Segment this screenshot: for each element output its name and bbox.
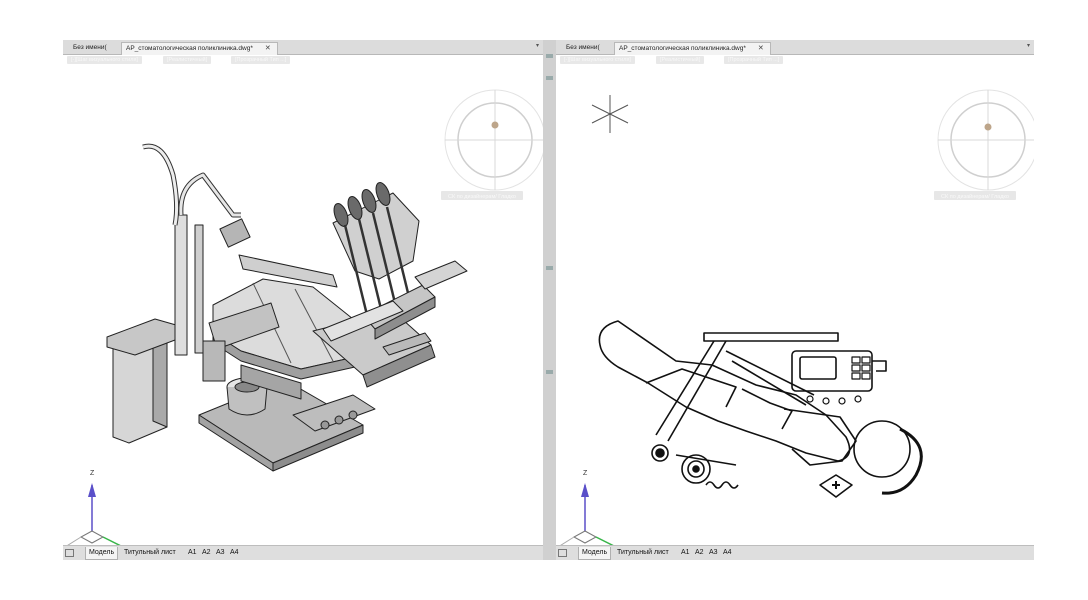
- layout-tab-a1[interactable]: А1: [678, 547, 693, 559]
- viewport-control-style[interactable]: [Реалистичный]: [163, 56, 212, 64]
- layout-tab-a2[interactable]: А2: [692, 547, 707, 559]
- left-tab-active-file[interactable]: АР_стоматологическая поликлиника.dwg* ✕: [121, 42, 278, 55]
- viewcube[interactable]: СК по дизайнерам/ Гладко: [934, 89, 1034, 200]
- axis-label-z: Z: [90, 470, 95, 477]
- layout-tab-a2[interactable]: А2: [199, 547, 214, 559]
- layout-tab-a3[interactable]: А3: [213, 547, 228, 559]
- viewport-control-step[interactable]: [-][Шаг визуального стиля]: [67, 56, 142, 64]
- viewport-control-step[interactable]: [-][Шаг визуального стиля]: [560, 56, 635, 64]
- layout-list-icon[interactable]: [558, 549, 567, 557]
- chevron-down-icon[interactable]: ▾: [536, 42, 539, 49]
- left-tab-untitled[interactable]: Без имени(: [69, 42, 111, 54]
- close-icon[interactable]: ✕: [758, 45, 764, 52]
- close-icon[interactable]: ✕: [265, 45, 271, 52]
- layout-tab-a4[interactable]: А4: [227, 547, 242, 559]
- chevron-down-icon[interactable]: ▾: [1027, 42, 1030, 49]
- viewcube-indicator-icon: [491, 121, 499, 129]
- layout-tab-title-sheet[interactable]: Титульный лист: [121, 547, 179, 559]
- viewcube-ucs-label[interactable]: СК по дизайнерам/ Гладко: [448, 193, 516, 200]
- right-tab-untitled[interactable]: Без имени(: [562, 42, 604, 54]
- layout-tab-a4[interactable]: А4: [720, 547, 735, 559]
- viewport-control-type[interactable]: [Прозрачный Тип ...]: [231, 56, 291, 64]
- right-viewport-controls: [-][Шаг визуального стиля] [Реалистичный…: [556, 55, 1034, 65]
- light-star-icon: [591, 95, 629, 133]
- right-viewport-2d[interactable]: СК по дизайнерам/ Гладко Z: [556, 65, 1034, 545]
- layout-list-icon[interactable]: [65, 549, 74, 557]
- dental-chair-3d-model: [106, 143, 468, 472]
- window-splitter[interactable]: [543, 40, 556, 560]
- axis-label-z: Z: [583, 470, 588, 477]
- left-tab-active-label: АР_стоматологическая поликлиника.dwg*: [126, 45, 253, 52]
- left-viewport-controls: [-][Шаг визуального стиля] [Реалистичный…: [63, 55, 543, 65]
- viewcube-indicator-icon: [984, 123, 992, 131]
- viewport-control-style[interactable]: [Реалистичный]: [656, 56, 705, 64]
- right-tab-active-label: АР_стоматологическая поликлиника.dwg*: [619, 45, 746, 52]
- right-tab-active-file[interactable]: АР_стоматологическая поликлиника.dwg* ✕: [614, 42, 771, 55]
- right-drawing-window: Без имени( АР_стоматологическая поликлин…: [556, 40, 1034, 560]
- right-tab-bar: Без имени( АР_стоматологическая поликлин…: [556, 40, 1034, 55]
- layout-tab-a1[interactable]: А1: [185, 547, 200, 559]
- viewcube-ucs-label[interactable]: СК по дизайнерам/ Гладко: [941, 193, 1009, 200]
- right-layout-tabs: Модель Титульный лист А1 А2 А3 А4: [556, 545, 1034, 560]
- layout-tab-a3[interactable]: А3: [706, 547, 721, 559]
- left-tab-bar: Без имени( АР_стоматологическая поликлин…: [63, 40, 543, 55]
- viewcube[interactable]: СК по дизайнерам/ Гладко: [441, 89, 543, 200]
- dental-chair-plan-drawing: [598, 320, 923, 498]
- ucs-axis-icon: Z: [67, 470, 121, 545]
- ucs-axis-icon: Z: [560, 470, 614, 545]
- left-layout-tabs: Модель Титульный лист А1 А2 А3 А4: [63, 545, 543, 560]
- left-drawing-window: Без имени( АР_стоматологическая поликлин…: [63, 40, 543, 560]
- layout-tab-title-sheet[interactable]: Титульный лист: [614, 547, 672, 559]
- viewport-control-type[interactable]: [Прозрачный Тип ...]: [724, 56, 784, 64]
- layout-tab-model[interactable]: Модель: [578, 547, 612, 560]
- layout-tab-model[interactable]: Модель: [85, 547, 119, 560]
- left-viewport-3d[interactable]: СК по дизайнерам/ Гладко Z: [63, 65, 543, 545]
